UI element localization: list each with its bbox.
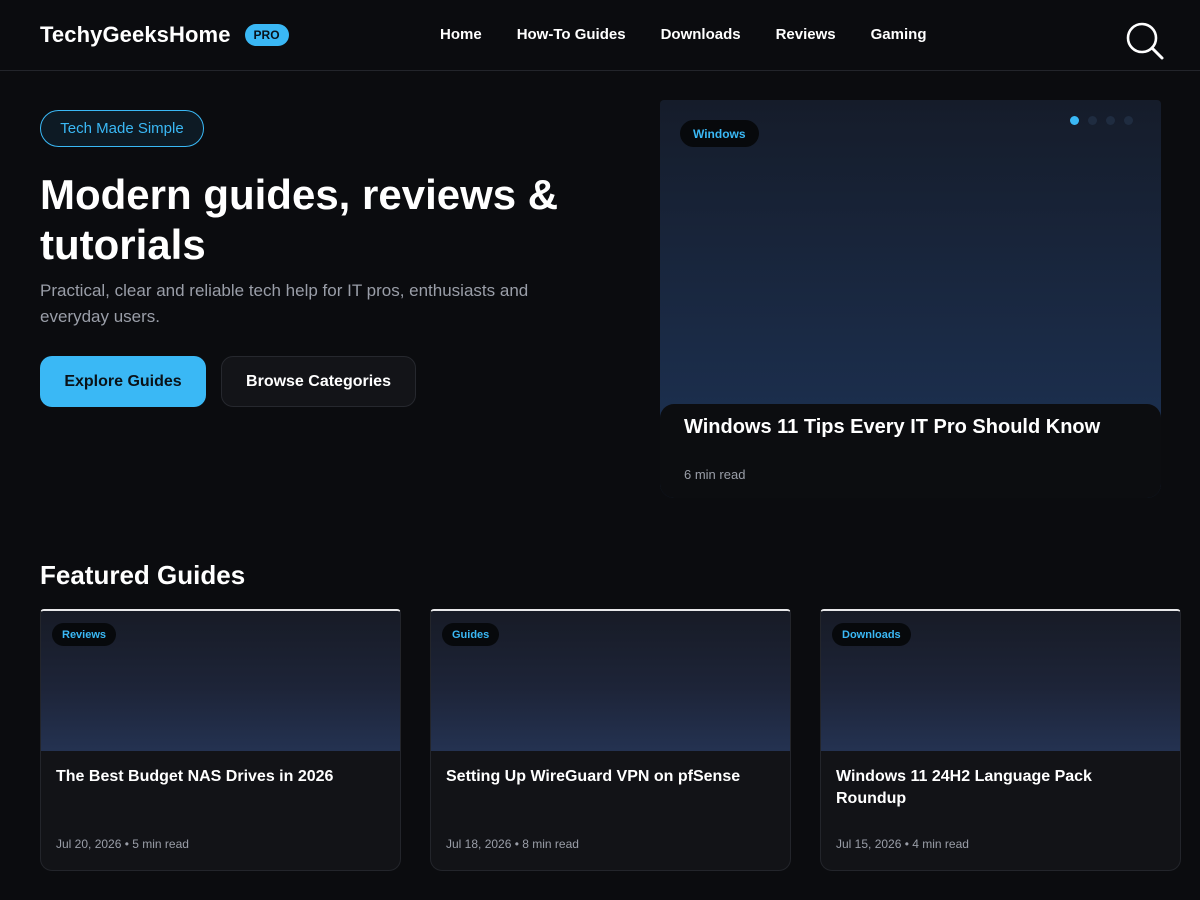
card-category-tag[interactable]: Guides <box>442 623 500 646</box>
guide-card[interactable]: Reviews The Best Budget NAS Drives in 20… <box>40 609 401 871</box>
guide-card[interactable]: Guides Setting Up WireGuard VPN on pfSen… <box>430 609 791 871</box>
slider-title[interactable]: Windows 11 Tips Every IT Pro Should Know <box>684 416 1100 439</box>
site-header: TechyGeeksHome PRO Home How-To Guides Do… <box>0 0 1200 71</box>
slider-dot-4[interactable] <box>1124 116 1133 125</box>
slider-dot-2[interactable] <box>1088 116 1097 125</box>
main-nav: Home How-To Guides Downloads Reviews Gam… <box>440 26 961 43</box>
featured-guides-heading: Featured Guides <box>40 560 246 590</box>
card-category-tag[interactable]: Reviews <box>52 623 117 646</box>
pro-badge: PRO <box>244 24 289 46</box>
nav-home[interactable]: Home <box>440 26 482 43</box>
card-meta: Jul 18, 2026 • 8 min read <box>446 837 579 851</box>
card-category-tag[interactable]: Downloads <box>832 623 911 646</box>
slider-caption: Windows 11 Tips Every IT Pro Should Know… <box>660 404 1161 498</box>
hero-title: Modern guides, reviews & tutorials <box>40 171 559 268</box>
guide-card[interactable]: Downloads Windows 11 24H2 Language Pack … <box>820 609 1181 871</box>
nav-downloads[interactable]: Downloads <box>661 26 741 43</box>
slider-category-tag[interactable]: Windows <box>680 120 759 147</box>
nav-how-to-guides[interactable]: How-To Guides <box>517 26 626 43</box>
card-title[interactable]: Setting Up WireGuard VPN on pfSense <box>446 766 766 788</box>
browse-categories-button[interactable]: Browse Categories <box>221 356 416 407</box>
hero-subtitle: Practical, clear and reliable tech help … <box>40 281 529 326</box>
card-title[interactable]: Windows 11 24H2 Language Pack Roundup <box>836 766 1156 810</box>
hero-slider[interactable]: Windows Windows 11 Tips Every IT Pro Sho… <box>660 100 1161 498</box>
slider-pagination <box>1070 116 1142 125</box>
slider-dot-3[interactable] <box>1106 116 1115 125</box>
card-meta: Jul 20, 2026 • 5 min read <box>56 837 189 851</box>
search-icon <box>1126 22 1164 60</box>
slider-dot-1[interactable] <box>1070 116 1079 125</box>
brand[interactable]: TechyGeeksHome PRO <box>40 22 289 48</box>
search-button[interactable] <box>1124 20 1166 62</box>
hero-tagline-pill: Tech Made Simple <box>40 110 204 147</box>
nav-gaming[interactable]: Gaming <box>871 26 927 43</box>
card-meta: Jul 15, 2026 • 4 min read <box>836 837 969 851</box>
slider-read-time: 6 min read <box>684 467 746 482</box>
card-title[interactable]: The Best Budget NAS Drives in 2026 <box>56 766 376 788</box>
explore-guides-button[interactable]: Explore Guides <box>40 356 206 407</box>
nav-reviews[interactable]: Reviews <box>776 26 836 43</box>
site-logo-text[interactable]: TechyGeeksHome <box>40 22 231 48</box>
